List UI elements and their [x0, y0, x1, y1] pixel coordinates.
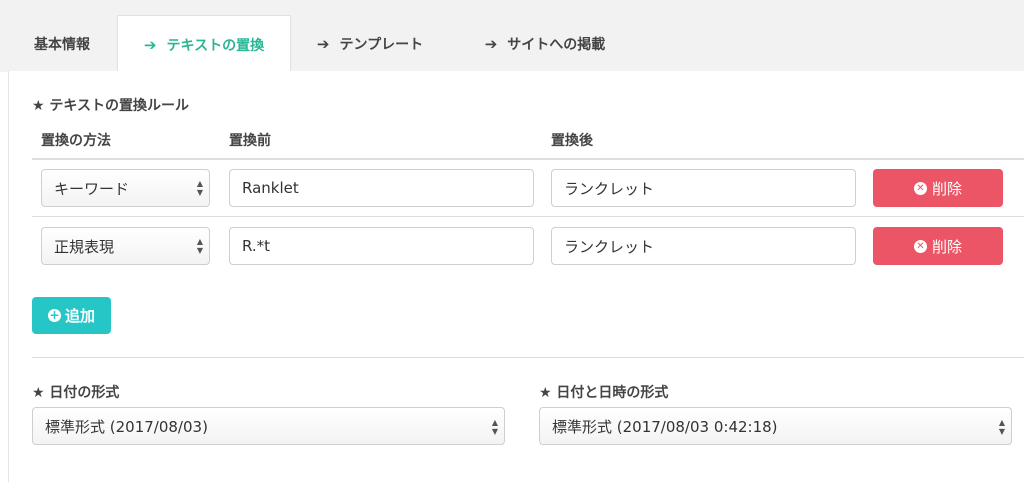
row-divider — [32, 216, 1024, 217]
after-input-value: ランクレット — [564, 179, 655, 198]
replace-rules-title: ★ テキストの置換ルール — [32, 98, 190, 114]
datetime-format-value: 標準形式 (2017/08/03 0:42:18) — [552, 417, 778, 436]
tab-site-publish[interactable]: ➔ サイトへの掲載 — [460, 15, 630, 72]
datetime-format-select[interactable]: 標準形式 (2017/08/03 0:42:18) ▲ ▼ — [539, 407, 1012, 445]
close-circle-icon: ✕ — [913, 181, 927, 195]
before-input-value: Ranklet — [242, 179, 299, 197]
tab-label: サイトへの掲載 — [507, 36, 606, 53]
tab-template[interactable]: ➔ テンプレート — [300, 15, 440, 72]
tab-basic-info[interactable]: 基本情報 — [14, 15, 110, 72]
section-divider — [32, 357, 1024, 358]
select-arrows-icon: ▲ ▼ — [196, 237, 203, 255]
close-circle-icon: ✕ — [913, 239, 927, 253]
method-select-value: 正規表現 — [54, 237, 115, 256]
tab-text-replace[interactable]: ➔ テキストの置換 — [117, 15, 291, 73]
after-input-value: ランクレット — [564, 237, 655, 256]
after-input[interactable]: ランクレット — [551, 169, 856, 207]
add-rule-button[interactable]: + 追加 — [32, 297, 111, 334]
delete-button-label: 削除 — [931, 237, 962, 256]
before-input[interactable]: Ranklet — [229, 169, 534, 207]
tab-bar: 基本情報 ➔ テキストの置換 ➔ テンプレート ➔ サイトへの掲載 — [0, 0, 1024, 73]
select-arrows-icon: ▲ ▼ — [998, 418, 1005, 436]
method-select[interactable]: キーワード ▲ ▼ — [41, 169, 210, 207]
select-arrows-icon: ▲ ▼ — [196, 179, 203, 197]
date-format-value: 標準形式 (2017/08/03) — [45, 417, 208, 436]
delete-button[interactable]: ✕ 削除 — [873, 169, 1003, 207]
date-format-title: ★ 日付の形式 — [32, 385, 120, 401]
datetime-format-title: ★ 日付と日時の形式 — [539, 385, 669, 401]
select-arrows-icon: ▲ ▼ — [491, 418, 498, 436]
column-header-method: 置換の方法 — [41, 133, 111, 149]
date-format-select[interactable]: 標準形式 (2017/08/03) ▲ ▼ — [32, 407, 505, 445]
arrow-right-icon: ➔ — [316, 34, 330, 53]
arrow-right-icon: ➔ — [143, 35, 157, 54]
column-header-before: 置換前 — [229, 133, 271, 149]
delete-button-label: 削除 — [931, 179, 962, 198]
after-input[interactable]: ランクレット — [551, 227, 856, 265]
before-input[interactable]: R.*t — [229, 227, 534, 265]
tab-label: 基本情報 — [34, 36, 90, 53]
table-header-divider — [32, 158, 1024, 160]
arrow-right-icon: ➔ — [484, 34, 498, 53]
before-input-value: R.*t — [242, 237, 271, 255]
delete-button[interactable]: ✕ 削除 — [873, 227, 1003, 265]
method-select[interactable]: 正規表現 ▲ ▼ — [41, 227, 210, 265]
column-header-after: 置換後 — [551, 133, 593, 149]
add-button-label: 追加 — [64, 307, 95, 325]
method-select-value: キーワード — [54, 179, 130, 198]
tab-label: テキストの置換 — [166, 37, 265, 54]
tab-label: テンプレート — [339, 36, 424, 53]
plus-circle-icon: + — [47, 308, 61, 322]
